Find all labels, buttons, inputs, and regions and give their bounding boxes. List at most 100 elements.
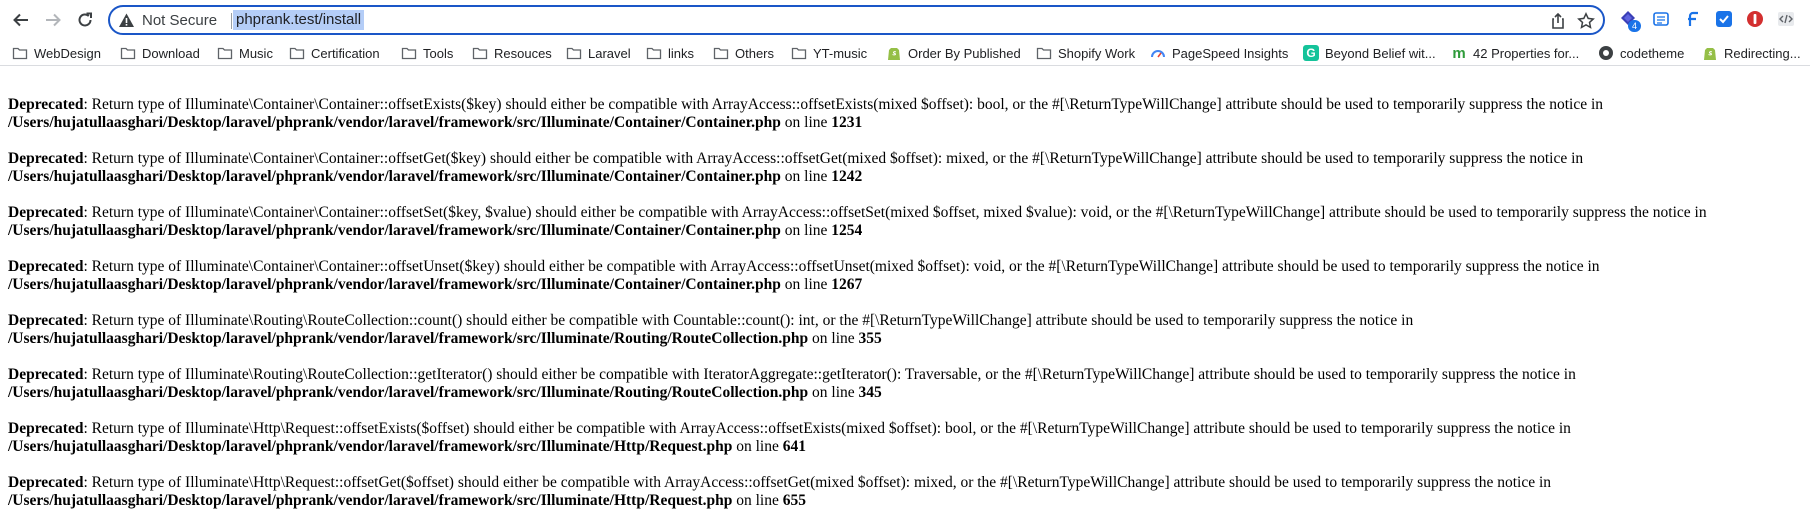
notice-label: Deprecated — [8, 366, 84, 383]
codetheme-icon — [1599, 46, 1613, 60]
notice-file: /Users/hujatullaasghari/Desktop/laravel/… — [8, 168, 781, 185]
arrow-left-icon — [13, 13, 28, 27]
folder-icon — [566, 47, 582, 60]
forward-button[interactable] — [40, 7, 66, 33]
bookmark-label: Others — [735, 45, 775, 61]
bookmark-resouces[interactable]: Resouces — [472, 43, 552, 63]
url-text[interactable]: phprank.test/install — [233, 10, 365, 30]
notice-line-number: 1254 — [831, 222, 863, 239]
deprecation-notice: Deprecated: Return type of Illuminate\Ht… — [8, 474, 1806, 510]
notice-on-line: on line — [780, 114, 832, 131]
arrow-right-icon — [46, 13, 61, 27]
bookmark-42-properties[interactable]: m 42 Properties for... — [1451, 43, 1579, 63]
notice-file: /Users/hujatullaasghari/Desktop/laravel/… — [8, 222, 781, 239]
bookmark-label: links — [668, 45, 695, 61]
bookmark-music[interactable]: Music — [217, 43, 273, 63]
share-icon[interactable] — [1549, 12, 1567, 30]
security-label[interactable]: Not Secure — [142, 12, 217, 29]
browser-toolbar: Not Secure phprank.test/install 4 — [0, 0, 1810, 40]
notice-message: : Return type of Illuminate\Http\Request… — [83, 474, 1552, 491]
notice-label: Deprecated — [8, 312, 84, 329]
bookmark-others[interactable]: Others — [713, 43, 774, 63]
stop-extension-icon[interactable] — [1745, 9, 1765, 29]
bookmark-label: Resouces — [494, 45, 552, 61]
bookmark-redirecting[interactable]: Redirecting... — [1702, 43, 1801, 63]
bookmark-yt-music[interactable]: YT-music — [791, 43, 867, 63]
notice-line-number: 1267 — [831, 276, 863, 293]
shopify-icon — [1704, 48, 1716, 60]
bookmark-label: Beyond Belief wit... — [1325, 45, 1436, 61]
notice-label: Deprecated — [8, 474, 84, 491]
folder-icon — [289, 47, 305, 60]
notice-file: /Users/hujatullaasghari/Desktop/laravel/… — [8, 384, 809, 401]
bookmark-tools[interactable]: Tools — [401, 43, 453, 63]
notice-file: /Users/hujatullaasghari/Desktop/laravel/… — [8, 114, 781, 131]
bookmark-beyond-belief[interactable]: G Beyond Belief wit... — [1303, 43, 1436, 63]
bookmark-webdesign[interactable]: WebDesign — [12, 43, 101, 63]
folder-icon — [120, 47, 136, 60]
g-icon: G — [1303, 45, 1319, 61]
folder-icon — [401, 47, 417, 60]
notice-message: : Return type of Illuminate\Routing\Rout… — [83, 312, 1414, 329]
notice-message: : Return type of Illuminate\Http\Request… — [83, 420, 1571, 437]
notice-message: : Return type of Illuminate\Container\Co… — [83, 150, 1584, 167]
bookmark-certification[interactable]: Certification — [289, 43, 380, 63]
notice-file: /Users/hujatullaasghari/Desktop/laravel/… — [8, 492, 733, 509]
notice-line-number: 355 — [858, 330, 882, 347]
bookmark-laravel[interactable]: Laravel — [566, 43, 631, 63]
notice-line-number: 1242 — [831, 168, 863, 185]
bookmark-label: codetheme — [1620, 45, 1685, 61]
notice-line-number: 1231 — [831, 114, 863, 131]
bookmark-label: 42 Properties for... — [1473, 45, 1580, 61]
m-icon: m — [1452, 44, 1466, 62]
omnibox-divider — [231, 13, 232, 29]
notice-message: : Return type of Illuminate\Container\Co… — [83, 258, 1600, 275]
notice-message: : Return type of Illuminate\Routing\Rout… — [83, 366, 1576, 383]
folder-icon — [217, 47, 233, 60]
extension-badge: 4 — [1628, 20, 1641, 32]
bookmark-download[interactable]: Download — [120, 43, 200, 63]
address-bar[interactable]: Not Secure phprank.test/install — [108, 5, 1605, 35]
bookmarks-bar: WebDesign Download Music Certification T… — [0, 40, 1810, 66]
bookmark-order-by-published[interactable]: Order By Published — [886, 43, 1021, 63]
notice-label: Deprecated — [8, 204, 84, 221]
bookmark-shopify-work[interactable]: Shopify Work — [1036, 43, 1135, 63]
reload-icon — [78, 12, 92, 27]
notice-on-line: on line — [780, 276, 832, 293]
pagespeed-icon — [1151, 50, 1165, 58]
star-icon[interactable] — [1577, 12, 1595, 30]
notice-on-line: on line — [780, 168, 832, 185]
diamond-extension-icon[interactable]: 4 — [1618, 9, 1641, 32]
page-content: Deprecated : Return type of Illuminate\Co… — [8, 96, 1806, 527]
bookmark-label: PageSpeed Insights — [1172, 45, 1289, 61]
bookmark-label: Download — [142, 45, 200, 61]
notice-on-line: on line — [732, 492, 783, 509]
bookmark-label: Certification — [311, 45, 380, 61]
bookmark-label: YT-music — [813, 45, 868, 61]
bookmark-links[interactable]: links — [646, 43, 694, 63]
deprecation-notice: Deprecated: Return type of Illuminate\Ro… — [8, 312, 1806, 348]
warning-icon[interactable] — [118, 12, 135, 29]
deprecation-notice: Deprecated: Return type of Illuminate\Ht… — [8, 420, 1806, 456]
notice-on-line: on line — [808, 384, 859, 401]
deprecation-notice: Deprecated: Return type of Illuminate\Co… — [8, 258, 1806, 294]
reload-button[interactable] — [72, 7, 98, 33]
bookmark-pagespeed-insights[interactable]: PageSpeed Insights — [1150, 43, 1288, 63]
deprecation-notice: Deprecated: Return type of Illuminate\Co… — [8, 204, 1806, 240]
bookmark-codetheme[interactable]: codetheme — [1598, 43, 1684, 63]
notice-line-number: 641 — [782, 438, 806, 455]
bookmark-label: Laravel — [588, 45, 631, 61]
f-extension-icon[interactable] — [1683, 9, 1703, 29]
code-extension-icon[interactable] — [1776, 9, 1796, 29]
folder-icon — [713, 47, 729, 60]
folder-icon — [791, 47, 807, 60]
shield-extension-icon[interactable] — [1714, 9, 1734, 29]
bookmark-label: Redirecting... — [1724, 45, 1801, 61]
notice-label: Deprecated — [8, 96, 84, 113]
back-button[interactable] — [8, 7, 34, 33]
deprecation-notice: Deprecated: Return type of Illuminate\Co… — [8, 96, 1806, 132]
shopify-icon — [888, 48, 900, 60]
notice-line-number: 345 — [858, 384, 882, 401]
folder-icon — [1036, 47, 1052, 60]
reader-extension-icon[interactable] — [1651, 9, 1671, 29]
